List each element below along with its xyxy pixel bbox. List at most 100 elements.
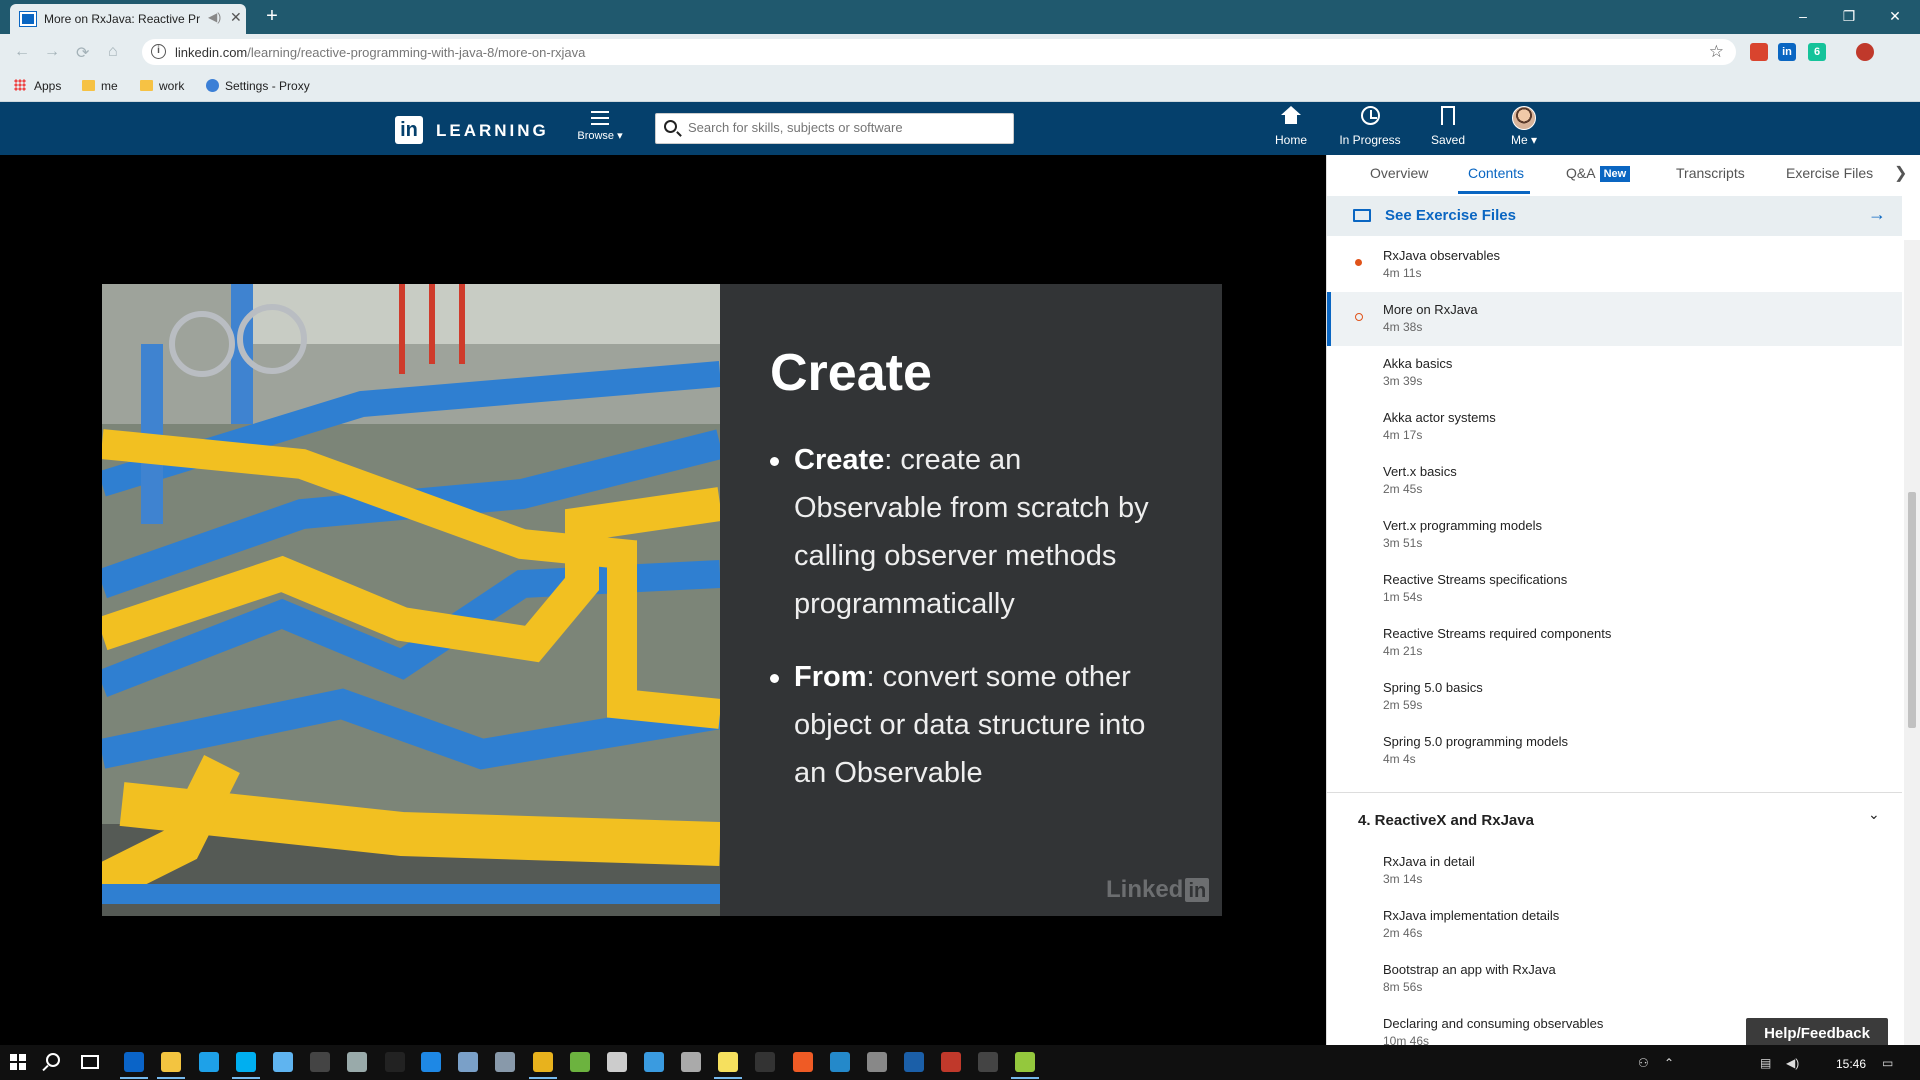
address-bar[interactable]: i linkedin.com/learning/reactive-program… <box>142 39 1736 65</box>
notifications-icon[interactable]: ▭ <box>1882 1056 1893 1070</box>
nav-home[interactable]: Home <box>1251 106 1331 147</box>
chevron-down-icon[interactable]: ⌄ <box>1868 806 1880 823</box>
grammarly-extension-icon[interactable]: 6 <box>1808 43 1826 61</box>
postman-icon[interactable] <box>793 1052 813 1072</box>
bookmark-work[interactable]: work <box>140 79 184 93</box>
arrow-right-icon: → <box>1868 204 1886 224</box>
see-exercise-files-link[interactable]: See Exercise Files → <box>1327 196 1902 236</box>
leaf-app-icon[interactable] <box>570 1052 590 1072</box>
7zip-icon[interactable] <box>978 1052 998 1072</box>
url-text[interactable]: linkedin.com/learning/reactive-programmi… <box>175 45 585 60</box>
remote-desktop-icon[interactable] <box>644 1052 664 1072</box>
list-item[interactable]: Vert.x programming models 3m 51s <box>1327 508 1902 562</box>
bookmark-apps[interactable]: Apps <box>14 79 61 93</box>
chrome-icon[interactable] <box>533 1052 553 1072</box>
tray-up-arrow-icon[interactable]: ⌃ <box>1664 1056 1674 1070</box>
tab-overview[interactable]: Overview <box>1370 165 1428 181</box>
list-item[interactable]: Vert.x basics 2m 45s <box>1327 454 1902 508</box>
tab-close-icon[interactable]: ✕ <box>230 9 242 26</box>
sticky-notes-icon[interactable] <box>718 1052 738 1072</box>
network-app-icon[interactable] <box>607 1052 627 1072</box>
people-icon[interactable]: ⚇ <box>1638 1056 1649 1070</box>
minimize-button[interactable]: – <box>1780 4 1826 28</box>
shield-app-icon[interactable] <box>495 1052 515 1072</box>
intellij-icon[interactable] <box>385 1052 405 1072</box>
list-item[interactable]: Reactive Streams required components 4m … <box>1327 616 1902 670</box>
running-indicator <box>120 1077 148 1079</box>
internet-explorer-icon[interactable] <box>199 1052 219 1072</box>
slide-bullet-from: From: convert some other object or data … <box>770 653 1170 797</box>
browser-toolbar: ← → ⟳ ⌂ i linkedin.com/learning/reactive… <box>0 34 1920 70</box>
home-button[interactable]: ⌂ <box>108 43 118 61</box>
site-info-icon[interactable]: i <box>151 44 166 59</box>
bookmarks-bar: Apps me work Settings - Proxy <box>0 70 1920 102</box>
nav-me[interactable]: Me ▾ <box>1484 106 1564 147</box>
tab-contents[interactable]: Contents <box>1468 165 1524 181</box>
list-item[interactable]: Akka actor systems 4m 17s <box>1327 400 1902 454</box>
browser-tab[interactable]: More on RxJava: Reactive Pr ◀) ✕ <box>10 4 246 34</box>
paint-icon[interactable] <box>681 1052 701 1072</box>
jetbrains-icon[interactable] <box>755 1052 775 1072</box>
tab-qa[interactable]: Q&A New <box>1566 165 1631 182</box>
skype-icon[interactable] <box>236 1052 256 1072</box>
list-item[interactable]: Spring 5.0 basics 2m 59s <box>1327 670 1902 724</box>
list-item[interactable]: RxJava observables 4m 11s <box>1327 238 1902 292</box>
list-item[interactable]: Akka basics 3m 39s <box>1327 346 1902 400</box>
bookmark-settings-proxy[interactable]: Settings - Proxy <box>206 79 310 93</box>
info-app-icon[interactable] <box>421 1052 441 1072</box>
search-input[interactable] <box>688 120 998 135</box>
list-item-current[interactable]: More on RxJava 4m 38s <box>1327 292 1902 346</box>
bookmark-star-icon[interactable]: ☆ <box>1709 42 1724 62</box>
tab-transcripts[interactable]: Transcripts <box>1676 165 1745 181</box>
notepad-icon[interactable] <box>1015 1052 1035 1072</box>
close-window-button[interactable]: ✕ <box>1872 4 1918 28</box>
in-progress-circle-icon <box>1355 313 1363 321</box>
winrar-icon[interactable] <box>941 1052 961 1072</box>
cmd-icon[interactable] <box>310 1052 330 1072</box>
nav-saved[interactable]: Saved <box>1408 106 1488 147</box>
tabs-next-chevron-icon[interactable]: ❯ <box>1894 163 1907 183</box>
nav-in-progress[interactable]: In Progress <box>1330 106 1410 147</box>
volume-icon[interactable]: ◀) <box>1786 1056 1799 1070</box>
list-item[interactable]: Spring 5.0 programming models 4m 4s <box>1327 724 1902 778</box>
new-tab-button[interactable]: + <box>260 4 284 28</box>
tab-mute-icon[interactable]: ◀) <box>208 10 221 24</box>
running-indicator <box>232 1077 260 1079</box>
file-explorer-icon[interactable] <box>161 1052 181 1072</box>
scrollbar-thumb[interactable] <box>1908 492 1916 728</box>
adblock-extension-icon[interactable] <box>1856 43 1874 61</box>
linkedin-logo-icon[interactable]: in <box>395 116 423 144</box>
bullet-dot <box>770 674 779 683</box>
vscode-icon[interactable] <box>830 1052 850 1072</box>
bookmark-me[interactable]: me <box>82 79 118 93</box>
tab-exercise-files[interactable]: Exercise Files <box>1786 165 1873 181</box>
taskbar-clock[interactable]: 15:46 <box>1836 1057 1866 1071</box>
search-icon[interactable] <box>46 1053 60 1067</box>
app-icon[interactable] <box>347 1052 367 1072</box>
forward-button[interactable]: → <box>44 43 60 61</box>
linkedin-extension-icon[interactable]: in <box>1778 43 1796 61</box>
section-title[interactable]: 4. ReactiveX and RxJava <box>1358 812 1534 829</box>
search-box[interactable] <box>655 113 1014 144</box>
back-button[interactable]: ← <box>14 43 30 61</box>
tool-app-icon[interactable] <box>867 1052 887 1072</box>
browser-title-bar: More on RxJava: Reactive Pr ◀) ✕ + – ❐ ✕ <box>0 0 1920 34</box>
task-view-icon[interactable] <box>81 1055 99 1069</box>
linkedin-watermark-logo: Linked in <box>1106 876 1210 904</box>
browse-button[interactable]: Browse ▾ <box>572 111 628 142</box>
list-item[interactable]: Bootstrap an app with RxJava 8m 56s <box>1327 952 1902 1006</box>
chrome-extension-icon[interactable] <box>1750 43 1768 61</box>
windows-start-icon[interactable] <box>10 1054 26 1070</box>
virtualbox-icon[interactable] <box>458 1052 478 1072</box>
restore-button[interactable]: ❐ <box>1826 4 1872 28</box>
sourcetree-icon[interactable] <box>273 1052 293 1072</box>
reload-button[interactable]: ⟳ <box>76 43 89 63</box>
putty-icon[interactable] <box>904 1052 924 1072</box>
list-item[interactable]: RxJava implementation details 2m 46s <box>1327 898 1902 952</box>
list-item[interactable]: Reactive Streams specifications 1m 54s <box>1327 562 1902 616</box>
learning-logo-text[interactable]: LEARNING <box>436 121 549 141</box>
network-icon[interactable]: ▤ <box>1760 1056 1771 1070</box>
list-item[interactable]: RxJava in detail 3m 14s <box>1327 844 1902 898</box>
outlook-icon[interactable] <box>124 1052 144 1072</box>
gear-icon <box>206 79 219 92</box>
